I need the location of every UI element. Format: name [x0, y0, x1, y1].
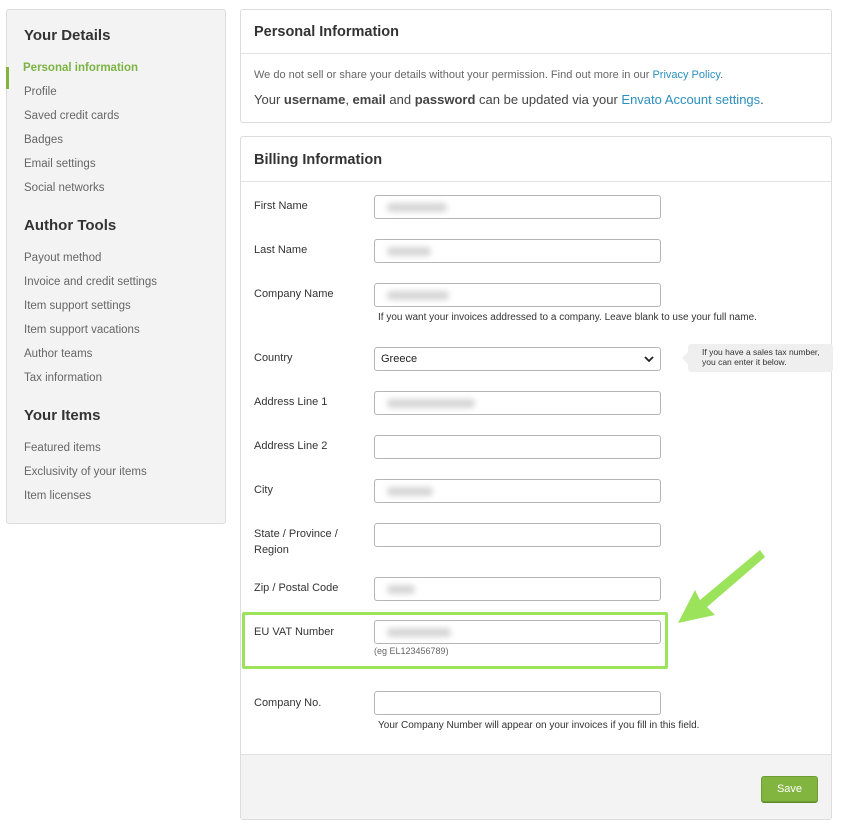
- sidebar-item-profile[interactable]: Profile: [24, 86, 57, 98]
- city-input[interactable]: [374, 479, 661, 503]
- envato-account-settings-link[interactable]: Envato Account settings: [621, 92, 760, 107]
- sidebar-item-item-support-vacations[interactable]: Item support vacations: [24, 324, 140, 336]
- sidebar-item-invoice-credit-settings[interactable]: Invoice and credit settings: [24, 276, 157, 288]
- country-select[interactable]: Greece: [374, 347, 661, 371]
- sidebar-item-social-networks[interactable]: Social networks: [24, 182, 105, 194]
- sidebar-item-badges[interactable]: Badges: [24, 134, 63, 146]
- first-name-label: First Name: [254, 200, 308, 212]
- tooltip-arrow: [682, 352, 688, 364]
- note-text: ,: [345, 92, 353, 107]
- sidebar-item-item-support-settings[interactable]: Item support settings: [24, 300, 131, 312]
- privacy-note-text: We do not sell or share your details wit…: [254, 69, 653, 81]
- sidebar-heading-your-details: Your Details: [24, 27, 111, 44]
- note-username: username: [283, 92, 346, 107]
- address-line-2-input[interactable]: [374, 435, 661, 459]
- tooltip-line: If you have a sales tax number,: [702, 347, 820, 357]
- privacy-note: We do not sell or share your details wit…: [254, 69, 723, 81]
- sidebar-heading-your-items: Your Items: [24, 407, 101, 424]
- note-password: password: [414, 92, 476, 107]
- sales-tax-tooltip: If you have a sales tax number, you can …: [682, 344, 833, 372]
- billing-information-panel: Billing Information First Name Last Name…: [240, 136, 833, 820]
- sidebar-item-email-settings[interactable]: Email settings: [24, 158, 96, 170]
- panel-title: Billing Information: [254, 152, 383, 168]
- divider: [241, 181, 831, 182]
- redacted-value: [387, 585, 415, 594]
- privacy-policy-link[interactable]: Privacy Policy: [652, 69, 720, 81]
- last-name-input[interactable]: [374, 239, 661, 263]
- personal-information-panel: Personal Information We do not sell or s…: [240, 9, 832, 123]
- save-button[interactable]: Save: [761, 776, 818, 802]
- company-no-help: Your Company Number will appear on your …: [378, 720, 700, 731]
- note-text: Your: [254, 92, 284, 107]
- note-text: .: [760, 92, 764, 107]
- divider: [241, 53, 831, 54]
- zip-label: Zip / Postal Code: [254, 582, 339, 594]
- sidebar-item-exclusivity[interactable]: Exclusivity of your items: [24, 466, 147, 478]
- sidebar-item-saved-credit-cards[interactable]: Saved credit cards: [24, 110, 119, 122]
- chevron-down-icon: [644, 356, 654, 363]
- sidebar-item-author-teams[interactable]: Author teams: [24, 348, 92, 360]
- address-line-1-input[interactable]: [374, 391, 661, 415]
- panel-title: Personal Information: [254, 24, 400, 40]
- redacted-value: [387, 399, 475, 408]
- account-settings-note: Your username, email and password can be…: [254, 92, 764, 107]
- redacted-value: [387, 247, 431, 256]
- vat-highlight-box: [242, 612, 668, 669]
- last-name-label: Last Name: [254, 244, 308, 256]
- sidebar-item-payout-method[interactable]: Payout method: [24, 252, 101, 264]
- note-email: email: [352, 92, 386, 107]
- address-line-2-label: Address Line 2: [254, 440, 328, 452]
- country-selected-value: Greece: [381, 353, 418, 365]
- company-name-label: Company Name: [254, 288, 334, 300]
- redacted-value: [387, 487, 433, 496]
- note-text: and: [385, 92, 415, 107]
- address-line-1-label: Address Line 1: [254, 396, 328, 408]
- active-indicator: [6, 67, 9, 89]
- sidebar-item-item-licenses[interactable]: Item licenses: [24, 490, 91, 502]
- company-no-label: Company No.: [254, 697, 322, 709]
- state-label-line: Region: [254, 544, 289, 556]
- first-name-input[interactable]: [374, 195, 661, 219]
- note-text: can be updated via your: [475, 92, 622, 107]
- tooltip-line: you can enter it below.: [702, 357, 787, 367]
- sidebar-item-featured-items[interactable]: Featured items: [24, 442, 101, 454]
- settings-sidebar: Your Details Personal information Profil…: [6, 9, 226, 524]
- privacy-note-end: .: [720, 69, 724, 81]
- country-label: Country: [254, 352, 293, 364]
- form-footer: Save: [241, 754, 831, 819]
- sidebar-item-personal-information[interactable]: Personal information: [23, 62, 138, 74]
- zip-input[interactable]: [374, 577, 661, 601]
- state-label-line: State / Province /: [254, 528, 338, 540]
- company-name-input[interactable]: [374, 283, 661, 307]
- company-name-help: If you want your invoices addressed to a…: [378, 312, 757, 323]
- sidebar-item-tax-information[interactable]: Tax information: [24, 372, 102, 384]
- city-label: City: [254, 484, 273, 496]
- sidebar-heading-author-tools: Author Tools: [24, 217, 117, 234]
- state-label: State / Province / Region: [254, 526, 338, 558]
- annotation-arrow-icon: [678, 550, 765, 623]
- state-input[interactable]: [374, 523, 661, 547]
- company-no-input[interactable]: [374, 691, 661, 715]
- redacted-value: [387, 203, 447, 212]
- redacted-value: [387, 291, 449, 300]
